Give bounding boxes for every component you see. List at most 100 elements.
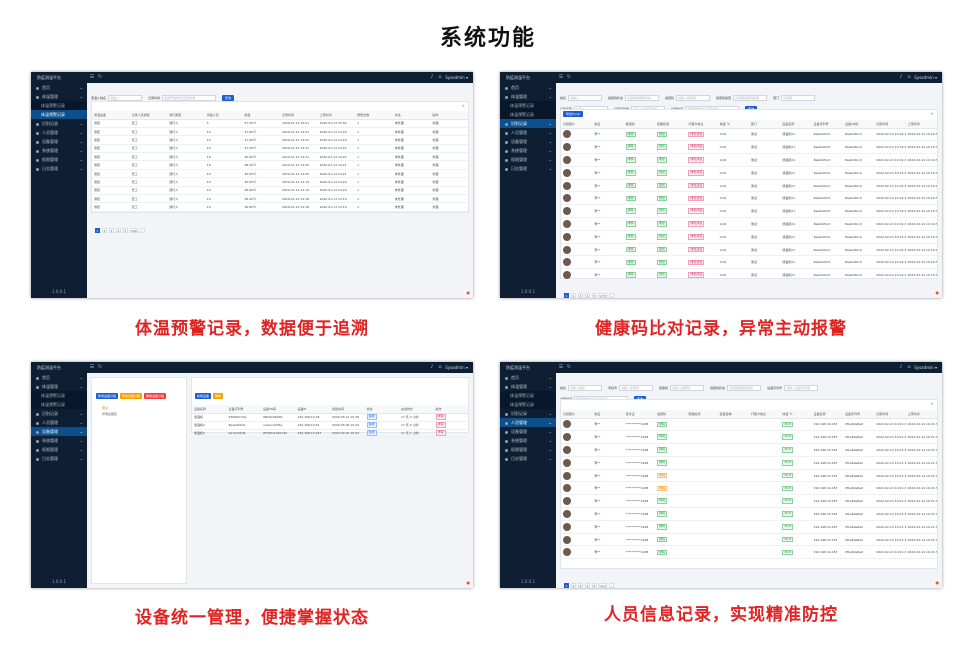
page-button[interactable]: 3	[109, 228, 114, 233]
sidebar-item[interactable]: 体温管理 ⌄	[500, 382, 556, 391]
table-row[interactable]: 测控 员工 通行人 10 36.60℃ 2020-01-13 14:19 2020-01-1…	[92, 177, 468, 187]
refresh-icon[interactable]: ↻	[97, 364, 103, 370]
sidebar-item[interactable]: 设备管理 ⌄	[500, 427, 556, 436]
column-header[interactable]: 设备SN码	[261, 405, 296, 414]
table-row[interactable]: 测控 员工 通行人 10 38.30℃ 2020-01-13 14:20 2020-01-1…	[92, 160, 468, 170]
sidebar-item[interactable]: 权限管理 ⌄	[500, 445, 556, 454]
column-header[interactable]: 状态	[392, 111, 431, 120]
page-button[interactable]: 5	[592, 583, 597, 588]
sidebar-item[interactable]: 系统管理 ⌄	[31, 436, 87, 445]
column-header[interactable]: 核酸检测	[654, 120, 687, 129]
refresh-icon[interactable]: ↻	[566, 74, 572, 80]
filter-input[interactable]: 请输入健康码	[670, 384, 705, 391]
group-action-button[interactable]: 修改设备分组	[120, 393, 143, 399]
user-name[interactable]: Sysadmin ▾	[445, 363, 468, 372]
notification-icon[interactable]: ●	[936, 580, 940, 585]
table-row[interactable]: 李** **********1208 绿码 36.8 192.168.10.187 2f1…	[561, 430, 937, 445]
column-header[interactable]: 疫苗接种	[717, 410, 749, 419]
filter-input[interactable]: 请选择健康码状态	[727, 384, 762, 391]
page-button[interactable]: 2	[102, 228, 107, 233]
column-header[interactable]: 上传时间	[905, 120, 937, 129]
column-header[interactable]: 上传时间	[905, 410, 937, 419]
column-header[interactable]: 体温 ℃	[717, 120, 749, 129]
sidebar-item[interactable]: 首页 ⌄	[31, 373, 87, 382]
filter-input[interactable]: 请输入	[108, 94, 143, 101]
column-header[interactable]: 姓名	[592, 410, 624, 419]
sidebar-item[interactable]: 日志管理 ⌄	[500, 164, 556, 173]
column-header[interactable]: 识别时间	[874, 120, 906, 129]
table-row[interactable]: 李** 绿码 阴性 绿色通道 0.00 测试 测温机01 8ae0d2bc0 8ae0d2bc0…	[561, 153, 937, 167]
column-header[interactable]: 状态	[364, 405, 399, 414]
column-header[interactable]: 记录时间	[279, 111, 318, 120]
column-header[interactable]: 测温设备	[92, 111, 130, 120]
user-name[interactable]: Sysadmin ▾	[445, 73, 468, 82]
table-row[interactable]: 李** 绿码 阴性 绿色通道 0.00 测试 测温机01 8ae0d2bc0 8ae0d2bc0…	[561, 243, 937, 257]
close-icon[interactable]: ×	[462, 103, 465, 108]
column-header[interactable]: 设备名称	[811, 410, 843, 419]
sidebar-item[interactable]: 体温管理 ⌄	[500, 92, 556, 101]
table-row[interactable]: 测控 员工 通行人 10 38.40℃ 2020-01-13 14:18 2020-01-1…	[92, 194, 468, 204]
filter-input[interactable]: 请选择	[781, 94, 816, 101]
notification-icon[interactable]: ●	[936, 290, 940, 295]
table-row[interactable]: 李** 绿码 阴性 绿色通道 0.00 测试 测温机01 8ae0d2bc0 8ae0d2bc0…	[561, 179, 937, 193]
column-header[interactable]: 预警次数	[355, 111, 393, 120]
column-header[interactable]: 部门	[748, 120, 781, 129]
sidebar-item[interactable]: 系统管理 ⌄	[31, 146, 87, 155]
table-row[interactable]: 测控 员工 通行人 5 37.30℃ 2020-01-13 15:01 2020-01-13…	[92, 119, 468, 128]
home-icon[interactable]: ⌂	[906, 74, 912, 80]
tree-node[interactable]: 华南总部区	[92, 411, 186, 417]
sidebar-item[interactable]: 首页 ⌄	[500, 373, 556, 382]
notification-icon[interactable]: ●	[467, 580, 471, 585]
sidebar-item[interactable]: 权限管理 ⌄	[31, 155, 87, 164]
column-header[interactable]: 设备序列号	[842, 410, 875, 419]
column-header[interactable]: 姓名	[592, 120, 624, 129]
menu-icon[interactable]: ☰	[558, 74, 564, 80]
filter-input[interactable]: 请输入设备序列号	[784, 384, 819, 391]
table-row[interactable]: 李** 绿码 阴性 绿色通道 0.00 测试 测温机01 8ae0d2bc0 8ae0d2bc0…	[561, 166, 937, 180]
column-header[interactable]: 体温 ℃	[780, 410, 812, 419]
column-header[interactable]: 创建时间	[330, 405, 365, 414]
table-row[interactable]: 李** **********1208 绿码 36.8 192.168.10.187 2f1…	[561, 507, 937, 521]
page-button[interactable]: 2	[571, 293, 576, 298]
column-header[interactable]: 上传时间	[317, 111, 356, 120]
table-row[interactable]: 测温机3 2a7a4d0d4 ZTOZO1020120 192.168.10.167 2…	[192, 429, 468, 438]
refresh-icon[interactable]: ↻	[566, 364, 572, 370]
sidebar-item[interactable]: 识别记录 ⌄	[31, 409, 87, 418]
column-header[interactable]: 记录人员类型	[129, 111, 168, 120]
sidebar-item[interactable]: 人员管理 ⌄	[31, 418, 87, 427]
column-header[interactable]: 体温	[242, 111, 280, 120]
device-action-button[interactable]: 新增设备	[195, 393, 212, 399]
search-button[interactable]: 查询	[222, 94, 235, 101]
column-header[interactable]: 设备SN码	[842, 120, 875, 129]
column-header[interactable]: 在线时长	[399, 405, 434, 414]
table-row[interactable]: 李** **********1208 绿码 36.8 192.168.10.187 2f1…	[561, 520, 937, 534]
column-header[interactable]: 设备名称	[780, 120, 812, 129]
table-row[interactable]: 李** 绿码 阴性 绿色通道 0.00 测试 测温机01 8ae0d2bc0 8ae0d2bc0…	[561, 230, 937, 244]
column-header[interactable]: 行程卡信息	[686, 120, 718, 129]
page-button[interactable]: ›	[608, 293, 614, 298]
column-header[interactable]: 识别照片	[561, 120, 593, 129]
sidebar-item[interactable]: 设备管理 ⌄	[31, 137, 87, 146]
home-icon[interactable]: ⌂	[437, 74, 443, 80]
sidebar-item[interactable]: 权限管理 ⌄	[500, 155, 556, 164]
column-header[interactable]: 设备序列号	[226, 405, 261, 414]
column-header[interactable]: 设备名称	[192, 405, 227, 414]
page-button[interactable]: 5	[592, 293, 597, 298]
sidebar-item[interactable]: 日志管理 ⌄	[31, 164, 87, 173]
table-row[interactable]: 测控 员工 通行人 10 38.60℃ 2020-01-13 14:19 2020-01-1…	[92, 186, 468, 196]
bell-icon[interactable]: ♪	[429, 74, 435, 80]
table-row[interactable]: 李** **********1208 黄码 36.8 192.168.10.187 2f1…	[561, 481, 937, 496]
column-header[interactable]: 核酸检测	[686, 410, 718, 419]
export-button[interactable]: 导出Excel	[563, 111, 583, 117]
sidebar-item[interactable]: 体温预警记录	[500, 400, 556, 409]
user-name[interactable]: Sysadmin ▾	[914, 363, 937, 372]
menu-icon[interactable]: ☰	[558, 364, 564, 370]
sidebar-item[interactable]: 系统管理 ⌄	[500, 436, 556, 445]
page-button[interactable]: 1	[95, 228, 100, 233]
sidebar-item[interactable]: 识别记录 ⌄	[31, 119, 87, 128]
page-button[interactable]: 3	[578, 583, 583, 588]
table-row[interactable]: 李** 绿码 阴性 绿色通道 0.00 测试 测温机01 8ae0d2bc0 8ae0d2bc0…	[561, 128, 937, 142]
sidebar-item[interactable]: 体温预警记录	[31, 110, 87, 119]
column-header[interactable]: 行程卡信息	[748, 410, 781, 419]
page-button[interactable]: 4	[116, 228, 121, 233]
